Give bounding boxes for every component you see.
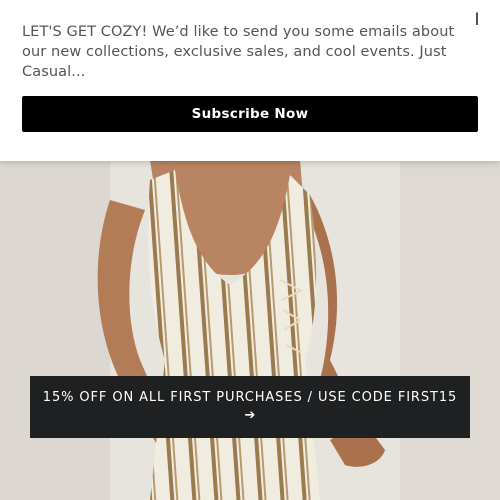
subscribe-button[interactable]: Subscribe Now [22, 96, 478, 132]
arrow-right-icon: ➔ [244, 408, 256, 423]
popup-message: LET'S GET COZY! We’d like to send you so… [22, 24, 455, 80]
email-signup-popup: LET'S GET COZY! We’d like to send you so… [0, 0, 500, 161]
promo-banner[interactable]: 15% OFF ON ALL FIRST PURCHASES / USE COD… [30, 376, 470, 438]
close-popup-button[interactable]: I [470, 10, 484, 30]
promo-text: 15% OFF ON ALL FIRST PURCHASES / USE COD… [42, 390, 458, 405]
